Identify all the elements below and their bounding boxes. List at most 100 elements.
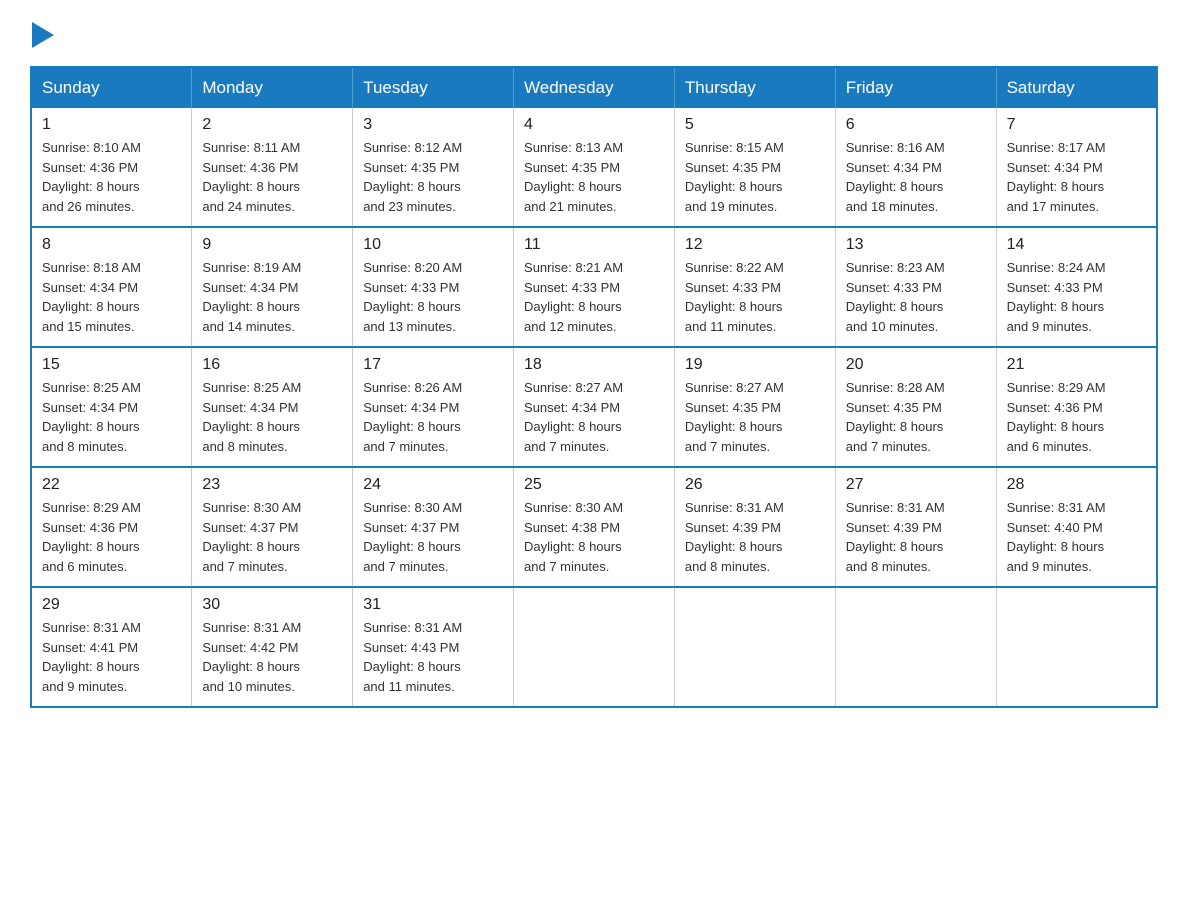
col-friday: Friday	[835, 67, 996, 108]
calendar-day-cell: 8 Sunrise: 8:18 AMSunset: 4:34 PMDaylight…	[31, 227, 192, 347]
day-info: Sunrise: 8:10 AMSunset: 4:36 PMDaylight:…	[42, 138, 181, 216]
day-number: 10	[363, 236, 503, 254]
calendar-day-cell: 14 Sunrise: 8:24 AMSunset: 4:33 PMDayligh…	[996, 227, 1157, 347]
day-number: 17	[363, 356, 503, 374]
day-number: 14	[1007, 236, 1146, 254]
day-number: 15	[42, 356, 181, 374]
day-number: 2	[202, 116, 342, 134]
day-info: Sunrise: 8:29 AMSunset: 4:36 PMDaylight:…	[1007, 378, 1146, 456]
day-number: 6	[846, 116, 986, 134]
col-tuesday: Tuesday	[353, 67, 514, 108]
day-info: Sunrise: 8:30 AMSunset: 4:37 PMDaylight:…	[363, 498, 503, 576]
day-info: Sunrise: 8:24 AMSunset: 4:33 PMDaylight:…	[1007, 258, 1146, 336]
day-number: 1	[42, 116, 181, 134]
calendar-day-cell	[674, 587, 835, 707]
day-info: Sunrise: 8:31 AMSunset: 4:43 PMDaylight:…	[363, 618, 503, 696]
day-number: 5	[685, 116, 825, 134]
col-wednesday: Wednesday	[514, 67, 675, 108]
day-number: 31	[363, 596, 503, 614]
calendar-day-cell: 6 Sunrise: 8:16 AMSunset: 4:34 PMDaylight…	[835, 108, 996, 227]
day-number: 21	[1007, 356, 1146, 374]
calendar-day-cell: 25 Sunrise: 8:30 AMSunset: 4:38 PMDayligh…	[514, 467, 675, 587]
calendar-week-row: 8 Sunrise: 8:18 AMSunset: 4:34 PMDaylight…	[31, 227, 1157, 347]
calendar-day-cell: 23Sunrise: 8:30 AMSunset: 4:37 PMDayligh…	[192, 467, 353, 587]
day-info: Sunrise: 8:29 AMSunset: 4:36 PMDaylight:…	[42, 498, 181, 576]
day-number: 11	[524, 236, 664, 254]
day-info: Sunrise: 8:31 AMSunset: 4:41 PMDaylight:…	[42, 618, 181, 696]
day-info: Sunrise: 8:21 AMSunset: 4:33 PMDaylight:…	[524, 258, 664, 336]
page-header	[30, 20, 1158, 46]
day-number: 8	[42, 236, 181, 254]
calendar-day-cell: 4 Sunrise: 8:13 AMSunset: 4:35 PMDaylight…	[514, 108, 675, 227]
day-number: 24	[363, 476, 503, 494]
day-info: Sunrise: 8:25 AMSunset: 4:34 PMDaylight:…	[202, 378, 342, 456]
day-number: 9	[202, 236, 342, 254]
logo-triangle-icon	[32, 22, 54, 48]
calendar-day-cell	[514, 587, 675, 707]
calendar-week-row: 22 Sunrise: 8:29 AMSunset: 4:36 PMDayligh…	[31, 467, 1157, 587]
calendar-day-cell: 24 Sunrise: 8:30 AMSunset: 4:37 PMDayligh…	[353, 467, 514, 587]
day-number: 30	[202, 596, 342, 614]
calendar-table: Sunday Monday Tuesday Wednesday Thursday…	[30, 66, 1158, 708]
calendar-day-cell: 22 Sunrise: 8:29 AMSunset: 4:36 PMDayligh…	[31, 467, 192, 587]
day-info: Sunrise: 8:13 AMSunset: 4:35 PMDaylight:…	[524, 138, 664, 216]
calendar-day-cell	[996, 587, 1157, 707]
day-info: Sunrise: 8:19 AMSunset: 4:34 PMDaylight:…	[202, 258, 342, 336]
calendar-day-cell: 16 Sunrise: 8:25 AMSunset: 4:34 PMDayligh…	[192, 347, 353, 467]
day-info: Sunrise: 8:12 AMSunset: 4:35 PMDaylight:…	[363, 138, 503, 216]
calendar-day-cell: 29 Sunrise: 8:31 AMSunset: 4:41 PMDayligh…	[31, 587, 192, 707]
calendar-day-cell: 11 Sunrise: 8:21 AMSunset: 4:33 PMDayligh…	[514, 227, 675, 347]
calendar-week-row: 29 Sunrise: 8:31 AMSunset: 4:41 PMDayligh…	[31, 587, 1157, 707]
day-info: Sunrise: 8:20 AMSunset: 4:33 PMDaylight:…	[363, 258, 503, 336]
calendar-day-cell: 31 Sunrise: 8:31 AMSunset: 4:43 PMDayligh…	[353, 587, 514, 707]
calendar-day-cell: 21 Sunrise: 8:29 AMSunset: 4:36 PMDayligh…	[996, 347, 1157, 467]
day-info: Sunrise: 8:26 AMSunset: 4:34 PMDaylight:…	[363, 378, 503, 456]
col-sunday: Sunday	[31, 67, 192, 108]
calendar-day-cell: 19 Sunrise: 8:27 AMSunset: 4:35 PMDayligh…	[674, 347, 835, 467]
day-number: 13	[846, 236, 986, 254]
calendar-day-cell	[835, 587, 996, 707]
calendar-day-cell: 18Sunrise: 8:27 AMSunset: 4:34 PMDayligh…	[514, 347, 675, 467]
calendar-day-cell: 2 Sunrise: 8:11 AMSunset: 4:36 PMDaylight…	[192, 108, 353, 227]
calendar-day-cell: 20Sunrise: 8:28 AMSunset: 4:35 PMDayligh…	[835, 347, 996, 467]
calendar-day-cell: 13 Sunrise: 8:23 AMSunset: 4:33 PMDayligh…	[835, 227, 996, 347]
calendar-day-cell: 10 Sunrise: 8:20 AMSunset: 4:33 PMDayligh…	[353, 227, 514, 347]
day-info: Sunrise: 8:18 AMSunset: 4:34 PMDaylight:…	[42, 258, 181, 336]
calendar-header-row: Sunday Monday Tuesday Wednesday Thursday…	[31, 67, 1157, 108]
day-info: Sunrise: 8:27 AMSunset: 4:35 PMDaylight:…	[685, 378, 825, 456]
calendar-day-cell: 3 Sunrise: 8:12 AMSunset: 4:35 PMDaylight…	[353, 108, 514, 227]
day-info: Sunrise: 8:31 AMSunset: 4:42 PMDaylight:…	[202, 618, 342, 696]
day-number: 25	[524, 476, 664, 494]
day-number: 27	[846, 476, 986, 494]
col-saturday: Saturday	[996, 67, 1157, 108]
day-number: 19	[685, 356, 825, 374]
day-info: Sunrise: 8:28 AMSunset: 4:35 PMDaylight:…	[846, 378, 986, 456]
day-number: 29	[42, 596, 181, 614]
day-info: Sunrise: 8:25 AMSunset: 4:34 PMDaylight:…	[42, 378, 181, 456]
day-info: Sunrise: 8:27 AMSunset: 4:34 PMDaylight:…	[524, 378, 664, 456]
day-info: Sunrise: 8:17 AMSunset: 4:34 PMDaylight:…	[1007, 138, 1146, 216]
day-number: 26	[685, 476, 825, 494]
calendar-day-cell: 30 Sunrise: 8:31 AMSunset: 4:42 PMDayligh…	[192, 587, 353, 707]
day-number: 12	[685, 236, 825, 254]
day-number: 3	[363, 116, 503, 134]
day-info: Sunrise: 8:16 AMSunset: 4:34 PMDaylight:…	[846, 138, 986, 216]
day-info: Sunrise: 8:30 AMSunset: 4:38 PMDaylight:…	[524, 498, 664, 576]
day-number: 4	[524, 116, 664, 134]
calendar-day-cell: 7Sunrise: 8:17 AMSunset: 4:34 PMDaylight…	[996, 108, 1157, 227]
day-number: 16	[202, 356, 342, 374]
day-info: Sunrise: 8:31 AMSunset: 4:39 PMDaylight:…	[685, 498, 825, 576]
day-number: 28	[1007, 476, 1146, 494]
calendar-day-cell: 12 Sunrise: 8:22 AMSunset: 4:33 PMDayligh…	[674, 227, 835, 347]
day-info: Sunrise: 8:22 AMSunset: 4:33 PMDaylight:…	[685, 258, 825, 336]
calendar-day-cell: 15 Sunrise: 8:25 AMSunset: 4:34 PMDayligh…	[31, 347, 192, 467]
day-info: Sunrise: 8:31 AMSunset: 4:40 PMDaylight:…	[1007, 498, 1146, 576]
day-info: Sunrise: 8:15 AMSunset: 4:35 PMDaylight:…	[685, 138, 825, 216]
day-info: Sunrise: 8:23 AMSunset: 4:33 PMDaylight:…	[846, 258, 986, 336]
calendar-day-cell: 17 Sunrise: 8:26 AMSunset: 4:34 PMDayligh…	[353, 347, 514, 467]
day-info: Sunrise: 8:11 AMSunset: 4:36 PMDaylight:…	[202, 138, 342, 216]
calendar-day-cell: 5 Sunrise: 8:15 AMSunset: 4:35 PMDaylight…	[674, 108, 835, 227]
col-monday: Monday	[192, 67, 353, 108]
col-thursday: Thursday	[674, 67, 835, 108]
day-number: 22	[42, 476, 181, 494]
